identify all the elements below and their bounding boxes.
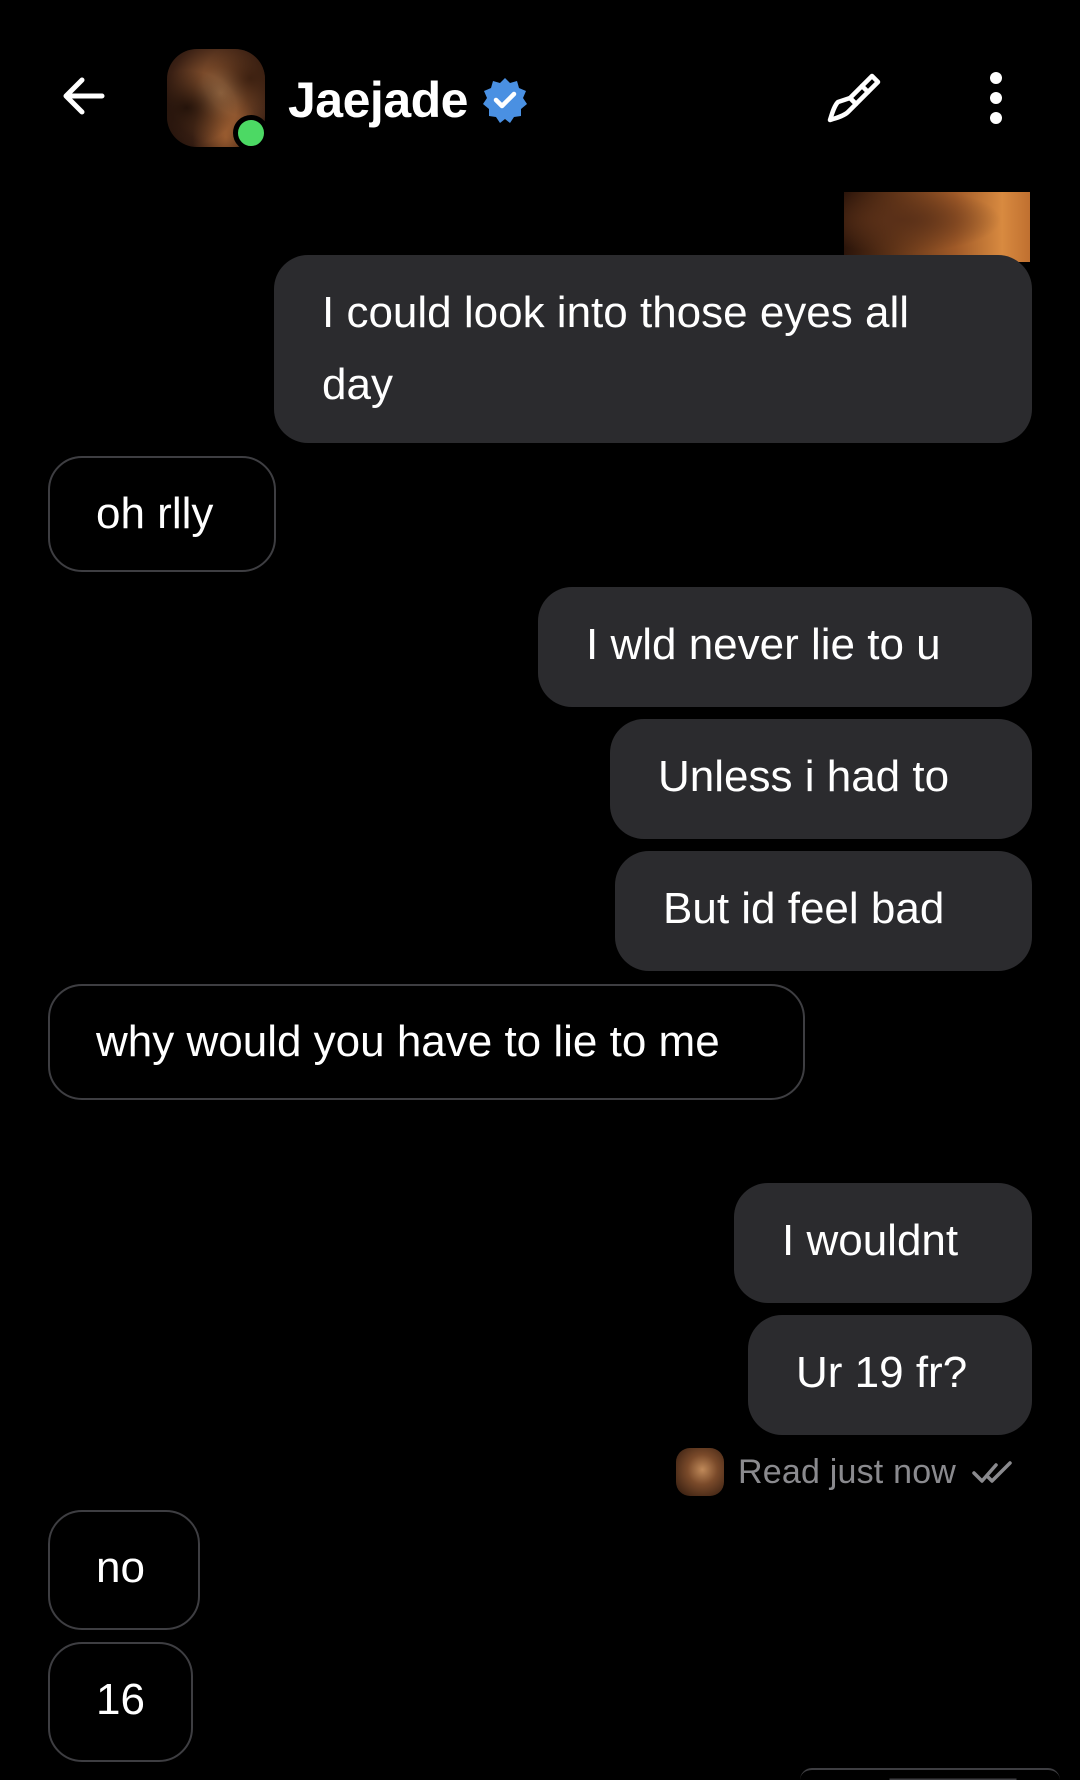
message-text: But id feel bad xyxy=(663,884,945,933)
read-receipt: Read just now xyxy=(676,1448,1014,1496)
message-bubble-outgoing[interactable]: Unless i had to xyxy=(610,719,1032,839)
paint-brush-icon xyxy=(827,73,881,123)
contact-name-row[interactable]: Jaejade xyxy=(288,70,530,130)
message-text: I could look into those eyes all day xyxy=(322,288,910,409)
read-receipt-avatar xyxy=(676,1448,724,1496)
message-bubble-incoming[interactable]: no xyxy=(48,1510,200,1630)
message-text: oh rlly xyxy=(96,489,214,538)
message-text: Unless i had to xyxy=(658,752,950,801)
message-bubble-incoming[interactable]: why would you have to lie to me xyxy=(48,984,805,1100)
more-vertical-icon xyxy=(990,72,1002,124)
online-status-dot xyxy=(233,115,269,151)
chat-header: Jaejade xyxy=(0,0,1080,190)
contact-name: Jaejade xyxy=(288,72,468,128)
message-text: I wouldnt xyxy=(782,1216,959,1265)
message-text: no xyxy=(96,1543,145,1592)
message-text: why would you have to lie to me xyxy=(96,1017,720,1066)
contact-avatar[interactable] xyxy=(167,49,269,151)
message-bubble-incoming[interactable]: oh rlly xyxy=(48,456,276,572)
shared-photo-thumbnail[interactable] xyxy=(844,192,1030,262)
arrow-left-icon xyxy=(63,77,105,115)
theme-brush-button[interactable] xyxy=(820,66,884,130)
message-bubble-outgoing[interactable]: I could look into those eyes all day xyxy=(274,255,1032,443)
message-bubble-outgoing[interactable]: But id feel bad xyxy=(615,851,1032,971)
verified-badge-icon xyxy=(480,75,530,125)
partial-bubble-edge xyxy=(800,1768,1060,1780)
message-bubble-outgoing[interactable]: I wld never lie to u xyxy=(538,587,1032,707)
back-button[interactable] xyxy=(52,64,116,128)
double-check-icon xyxy=(972,1457,1014,1487)
message-bubble-incoming[interactable]: 16 xyxy=(48,1642,193,1762)
message-text: Ur 19 fr? xyxy=(796,1348,968,1397)
message-bubble-outgoing[interactable]: I wouldnt xyxy=(734,1183,1032,1303)
message-bubble-outgoing[interactable]: Ur 19 fr? xyxy=(748,1315,1032,1435)
message-text: I wld never lie to u xyxy=(586,620,941,669)
message-text: 16 xyxy=(96,1675,145,1724)
read-receipt-text: Read just now xyxy=(738,1452,957,1491)
more-options-button[interactable] xyxy=(966,66,1026,130)
